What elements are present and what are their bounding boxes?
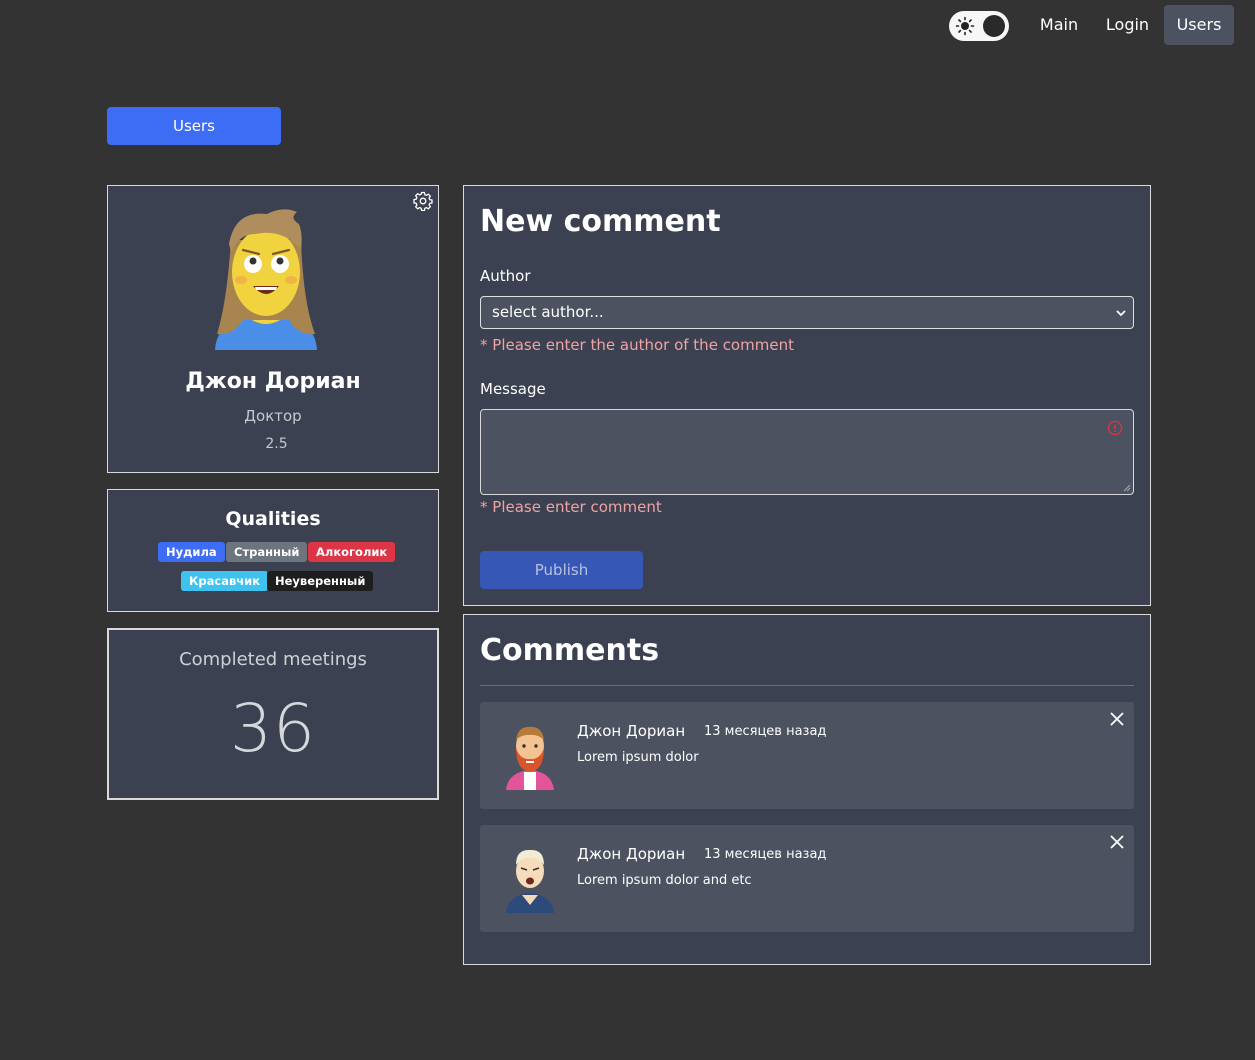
resize-grip-icon[interactable] (1123, 484, 1131, 492)
meetings-card: Completed meetings 36 (107, 628, 439, 800)
new-comment-title: New comment (480, 204, 721, 239)
meetings-title: Completed meetings (179, 649, 367, 670)
comments-title: Comments (480, 633, 660, 668)
comment-author: Джон Дориан (577, 845, 686, 863)
comment-text: Lorem ipsum dolor (577, 750, 699, 765)
message-error: * Please enter comment (480, 498, 662, 516)
quality-badge: Неуверенный (267, 571, 374, 591)
theme-toggle[interactable] (949, 11, 1009, 41)
qualities-card: Qualities Нудила Странный Алкоголик Крас… (107, 489, 439, 612)
comment-time: 13 месяцев назад (704, 724, 827, 739)
profile-card: Джон Дориан Доктор 2.5 (107, 185, 439, 473)
toggle-knob (983, 15, 1005, 37)
message-textarea[interactable] (480, 409, 1134, 495)
quality-badge: Нудила (158, 542, 225, 562)
close-icon[interactable] (1110, 712, 1124, 726)
author-select-value: select author... (492, 303, 604, 321)
sun-icon (955, 16, 975, 36)
message-label: Message (480, 380, 546, 398)
avatar (506, 849, 554, 913)
avatar (506, 726, 554, 790)
comment-author: Джон Дориан (577, 722, 686, 740)
profile-name: Джон Дориан (185, 369, 361, 394)
author-select[interactable]: select author... (480, 296, 1134, 329)
author-error: * Please enter the author of the comment (480, 336, 794, 354)
publish-button[interactable]: Publish (480, 551, 643, 589)
profile-rate: 2.5 (265, 436, 288, 452)
close-icon[interactable] (1110, 835, 1124, 849)
gear-icon[interactable] (413, 191, 433, 211)
comment-time: 13 месяцев назад (704, 847, 827, 862)
nav-link-users[interactable]: Users (1164, 5, 1234, 45)
nav-link-main[interactable]: Main (1030, 5, 1088, 45)
quality-badge: Красавчик (181, 571, 269, 591)
comment-item: Джон Дориан 13 месяцев назад Lorem ipsum… (480, 702, 1134, 809)
divider (480, 685, 1134, 686)
comment-item: Джон Дориан 13 месяцев назад Lorem ipsum… (480, 825, 1134, 932)
comments-card: Comments Джон Дориан 13 месяцев назад Lo… (463, 614, 1151, 965)
qualities-title: Qualities (225, 508, 321, 530)
users-button[interactable]: Users (107, 107, 281, 145)
quality-badge: Странный (226, 542, 308, 562)
author-label: Author (480, 267, 531, 285)
comment-text: Lorem ipsum dolor and etc (577, 873, 752, 888)
profile-profession: Доктор (244, 407, 302, 425)
new-comment-card: New comment Author select author... * Pl… (463, 185, 1151, 606)
error-icon (1107, 420, 1123, 436)
app-root: Main Login Users Users Джон Дориан Докто… (0, 0, 1255, 1060)
quality-badge: Алкоголик (308, 542, 396, 562)
nav-link-login[interactable]: Login (1096, 5, 1159, 45)
avatar (215, 209, 317, 350)
chevron-down-icon (1116, 310, 1126, 317)
meetings-count: 36 (230, 690, 316, 767)
